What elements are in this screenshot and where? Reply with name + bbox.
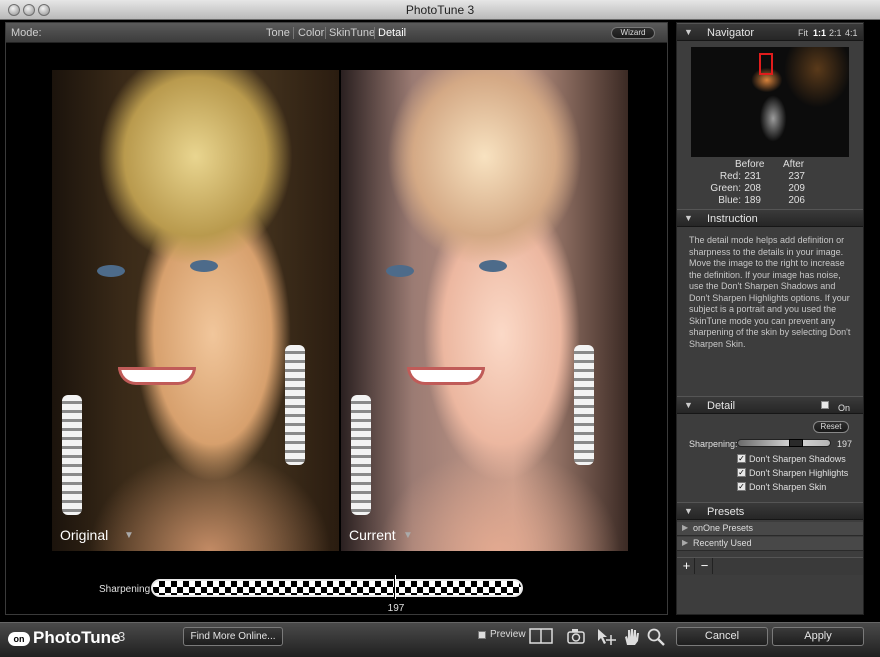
zoom-2-1[interactable]: 2:1 <box>829 28 842 38</box>
tab-separator <box>374 27 375 39</box>
onone-logo: on <box>8 632 30 646</box>
tab-tone[interactable]: Tone <box>266 27 290 39</box>
detail-on-label: On <box>838 403 851 413</box>
photo-eye <box>479 260 507 272</box>
find-more-online-button[interactable]: Find More Online... <box>183 627 283 646</box>
blue-after: 206 <box>788 195 805 206</box>
dont-sharpen-shadows-checkbox[interactable]: ✓ <box>737 454 746 463</box>
split-view-icon[interactable] <box>529 627 553 647</box>
zoom-1-1[interactable]: 1:1 <box>813 28 826 38</box>
bottom-bar: on PhotoTune 3 Find More Online... Previ… <box>0 622 880 657</box>
dont-sharpen-shadows-label: Don't Sharpen Shadows <box>749 454 846 464</box>
dont-sharpen-skin-checkbox[interactable]: ✓ <box>737 482 746 491</box>
current-dropdown-icon[interactable]: ▼ <box>403 530 413 541</box>
after-heading: After <box>783 159 805 170</box>
zoom-fit[interactable]: Fit <box>798 28 808 38</box>
presets-title: Presets <box>707 506 745 518</box>
collapse-triangle-icon[interactable]: ▼ <box>684 400 693 410</box>
presets-header[interactable]: ▼ Presets <box>677 502 863 520</box>
app-logo-text: PhotoTune <box>33 628 121 647</box>
preview-checkbox[interactable] <box>478 631 486 639</box>
sharpening-value: 197 <box>387 603 405 614</box>
collapse-triangle-icon[interactable]: ▼ <box>684 213 693 223</box>
current-photo[interactable]: Current ▼ <box>341 70 628 551</box>
title-bar: PhotoTune 3 <box>0 0 880 20</box>
red-before: 231 <box>744 171 761 182</box>
current-label: Current <box>349 527 396 543</box>
photo-earring <box>574 345 594 465</box>
photo-earring <box>62 395 82 515</box>
mode-label: Mode: <box>11 27 42 39</box>
instruction-text: The detail mode helps add definition or … <box>689 235 851 349</box>
detail-sharpening-value: 197 <box>837 439 853 449</box>
move-tool-icon[interactable] <box>595 627 617 647</box>
remove-preset-button[interactable]: − <box>697 558 713 574</box>
original-photo[interactable]: Original ▼ <box>52 70 339 551</box>
dont-sharpen-skin-label: Don't Sharpen Skin <box>749 482 827 492</box>
collapse-triangle-icon[interactable]: ▼ <box>684 506 693 516</box>
original-label: Original <box>60 527 109 543</box>
expand-triangle-icon[interactable]: ▶ <box>682 523 688 532</box>
apply-button[interactable]: Apply <box>772 627 864 646</box>
photo-smile <box>118 367 196 385</box>
add-preset-button[interactable]: + <box>679 558 695 574</box>
photo-eye <box>190 260 218 272</box>
green-after: 209 <box>788 183 805 194</box>
detail-on-checkbox[interactable] <box>821 401 829 409</box>
photo-earring <box>351 395 371 515</box>
navigator-thumbnail[interactable] <box>691 47 849 157</box>
collapse-triangle-icon[interactable]: ▼ <box>684 27 693 37</box>
sharpening-slider-label: Sharpening <box>99 584 151 595</box>
instruction-title: Instruction <box>707 213 758 225</box>
photo-smile <box>407 367 485 385</box>
detail-sharpening-label: Sharpening: <box>689 439 738 449</box>
sharpening-slider-thumb[interactable] <box>394 575 396 599</box>
before-heading: Before <box>735 159 765 170</box>
preset-group-recent[interactable]: ▶ Recently Used <box>677 537 863 551</box>
dont-sharpen-highlights-label: Don't Sharpen Highlights <box>749 468 849 478</box>
preview-label: Preview <box>490 629 526 640</box>
dont-sharpen-highlights-checkbox[interactable]: ✓ <box>737 468 746 477</box>
main-canvas: Mode: Tone Color SkinTune Detail Wizard … <box>5 22 668 615</box>
green-before: 208 <box>744 183 761 194</box>
photo-eye <box>97 265 125 277</box>
navigator-header[interactable]: ▼ Navigator Fit 1:1 2:1 4:1 <box>677 23 863 41</box>
original-dropdown-icon[interactable]: ▼ <box>124 530 134 541</box>
red-after: 237 <box>788 171 805 182</box>
navigator-view-box[interactable] <box>759 53 773 75</box>
navigator-title: Navigator <box>707 27 755 39</box>
preset-group-label: onOne Presets <box>693 523 754 533</box>
window-title: PhotoTune 3 <box>405 3 475 17</box>
mode-bar: Mode: Tone Color SkinTune Detail Wizard <box>6 23 667 43</box>
sharpening-slider[interactable] <box>151 579 523 597</box>
hand-tool-icon[interactable] <box>621 627 641 647</box>
detail-header[interactable]: ▼ Detail <box>677 396 863 414</box>
preset-group-label: Recently Used <box>693 538 752 548</box>
tab-skintune[interactable]: SkinTune <box>329 27 375 39</box>
preset-group-onone[interactable]: ▶ onOne Presets <box>677 522 863 536</box>
app-logo-version: 3 <box>118 629 126 644</box>
expand-triangle-icon[interactable]: ▶ <box>682 538 688 547</box>
detail-sharpening-thumb[interactable] <box>789 439 803 447</box>
wizard-button[interactable]: Wizard <box>611 27 655 39</box>
tab-detail[interactable]: Detail <box>378 27 406 39</box>
zoom-4-1[interactable]: 4:1 <box>845 28 858 38</box>
cancel-button[interactable]: Cancel <box>676 627 768 646</box>
zoom-tool-icon[interactable] <box>646 627 666 647</box>
tab-color[interactable]: Color <box>298 27 324 39</box>
right-panel: ▼ Navigator Fit 1:1 2:1 4:1 Before After… <box>676 22 864 615</box>
reset-button[interactable]: Reset <box>813 421 849 433</box>
tab-separator <box>293 27 294 39</box>
instruction-header[interactable]: ▼ Instruction <box>677 209 863 227</box>
camera-icon[interactable] <box>566 627 586 647</box>
tab-separator <box>325 27 326 39</box>
detail-title: Detail <box>707 400 736 412</box>
photo-earring <box>285 345 305 465</box>
detail-sharpening-slider[interactable] <box>737 439 831 447</box>
blue-before: 189 <box>744 195 761 206</box>
photo-eye <box>386 265 414 277</box>
